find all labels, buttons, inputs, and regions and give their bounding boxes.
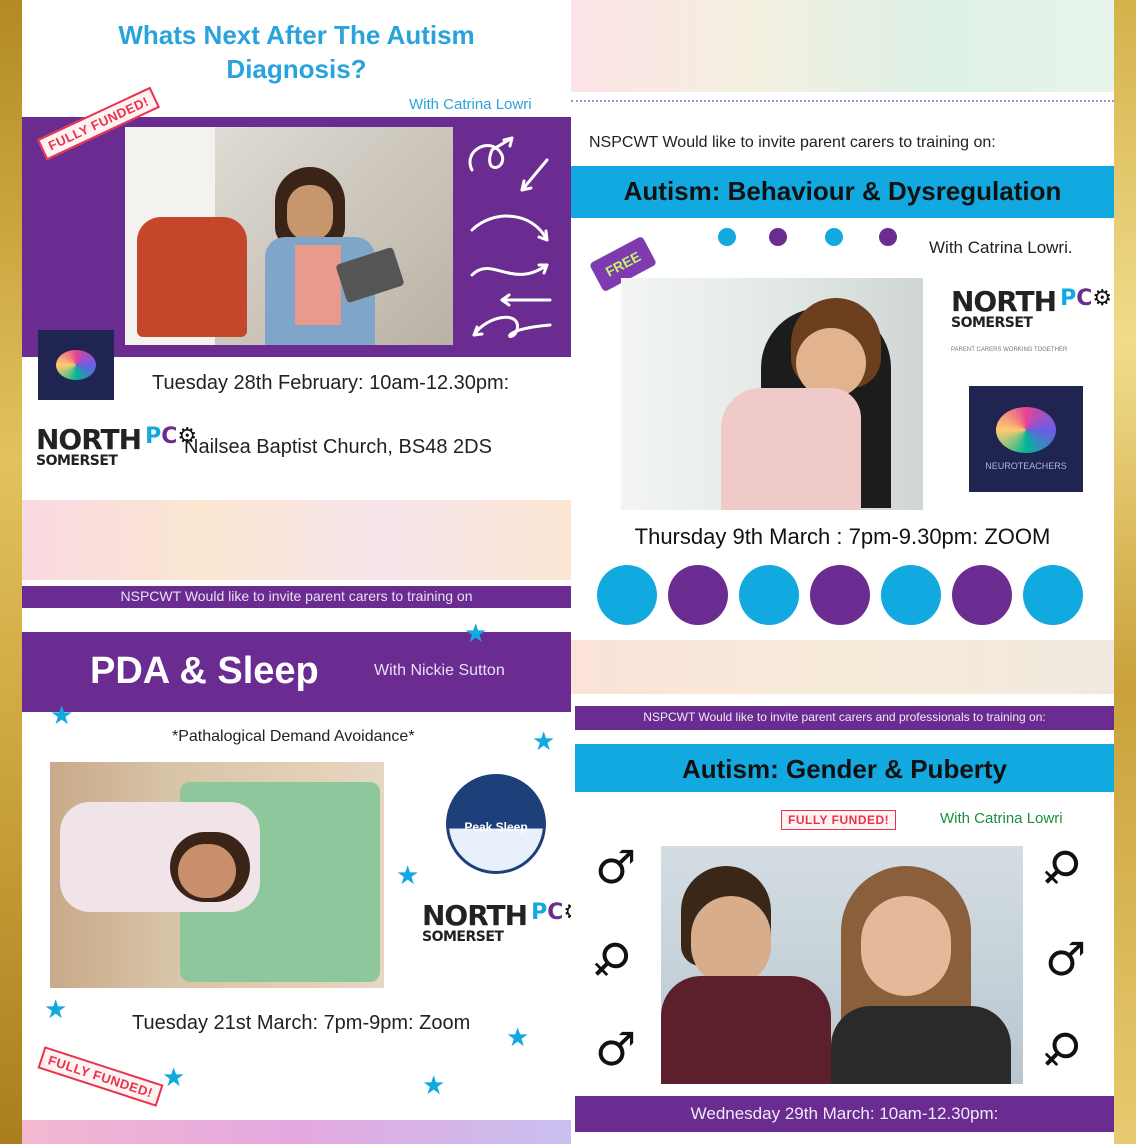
event-date: Tuesday 21st March: 7pm-9pm: Zoom — [132, 1012, 471, 1034]
north-somerset-logo: NORTH SOMERSET PC⚙ — [951, 285, 1113, 331]
watercolor-header — [571, 0, 1114, 92]
male-symbol-icon: ♂ — [595, 1022, 637, 1076]
decor-dot — [718, 228, 736, 246]
north-somerset-logo: NORTH SOMERSET PC⚙ — [36, 423, 198, 469]
star-icon: ★ — [396, 860, 420, 890]
female-symbol-icon: ♀ — [1030, 835, 1093, 899]
child-bed-photo — [50, 762, 384, 988]
subtitle: *Pathalogical Demand Avoidance* — [172, 728, 415, 745]
presenter-label: With Nickie Sutton — [374, 662, 505, 679]
event-date: Tuesday 28th February: 10am-12.30pm: — [152, 372, 510, 394]
invite-text: NSPCWT Would like to invite parent carer… — [643, 710, 1046, 724]
male-symbol-icon: ♂ — [595, 840, 637, 894]
female-symbol-icon: ♀ — [580, 927, 643, 991]
star-icon: ★ — [50, 700, 74, 730]
watercolor-strip — [22, 1120, 571, 1144]
decor-dot — [810, 565, 870, 625]
star-icon: ★ — [44, 994, 68, 1024]
decor-dot — [739, 565, 799, 625]
decor-dot — [1023, 565, 1083, 625]
presenter-label: With Catrina Lowri — [409, 96, 532, 113]
fully-funded-badge: FULLY FUNDED! — [781, 810, 897, 830]
decor-dot — [825, 228, 843, 246]
event-date: Thursday 9th March : 7pm-9.30pm: ZOOM — [634, 524, 1051, 549]
decor-dot — [597, 565, 657, 625]
star-icon: ★ — [532, 726, 556, 756]
decor-dot — [952, 565, 1012, 625]
star-icon: ★ — [422, 1070, 446, 1100]
event-date: Wednesday 29th March: 10am-12.30pm: — [690, 1104, 999, 1123]
north-somerset-logo: NORTH SOMERSET PC⚙ — [422, 899, 571, 945]
decor-dot — [769, 228, 787, 246]
teen-couple-photo — [661, 846, 1023, 1084]
presenter-label: With Catrina Lowri. — [929, 238, 1073, 257]
male-symbol-icon: ♂ — [1045, 932, 1087, 986]
watercolor-strip — [571, 640, 1114, 694]
fully-funded-badge: FULLY FUNDED! — [37, 1046, 164, 1107]
flyer-title: Whats Next After The Autism Diagnosis? — [118, 20, 475, 84]
event-venue: Nailsea Baptist Church, BS48 2DS — [184, 436, 492, 458]
female-symbol-icon: ♀ — [1030, 1017, 1093, 1081]
flyer-gender-puberty: NSPCWT Would like to invite parent carer… — [571, 694, 1114, 1144]
star-icon: ★ — [464, 618, 488, 648]
gold-border-left — [0, 0, 22, 1144]
star-icon: ★ — [506, 1022, 530, 1052]
girl-tablet-photo — [125, 127, 453, 345]
arrow-doodle-icon — [468, 136, 552, 338]
flyer-pda-sleep: NSPCWT Would like to invite parent carer… — [22, 580, 571, 1120]
flyer-title: Autism: Behaviour & Dysregulation — [623, 176, 1062, 206]
invite-text: NSPCWT Would like to invite parent carer… — [589, 134, 996, 151]
flyer-title: Autism: Gender & Puberty — [681, 754, 1008, 784]
logo-tagline: PARENT CARERS WORKING TOGETHER — [951, 347, 1068, 353]
neuroteachers-logo: NEUROTEACHERS — [969, 386, 1083, 492]
neuroteachers-logo — [38, 330, 114, 400]
invite-text: NSPCWT Would like to invite parent carer… — [120, 588, 473, 604]
boy-hugging-photo — [621, 278, 923, 510]
watercolor-strip — [22, 500, 571, 580]
flyer-behaviour-dysregulation: NSPCWT Would like to invite parent carer… — [571, 0, 1114, 640]
brain-icon — [996, 407, 1056, 453]
decor-dot — [881, 565, 941, 625]
star-icon: ★ — [162, 1062, 186, 1092]
flyer-autism-diagnosis: Whats Next After The Autism Diagnosis? W… — [22, 0, 571, 500]
peak-sleep-logo: Peak Sleep — [446, 774, 546, 874]
decor-dot — [879, 228, 897, 246]
presenter-label: With Catrina Lowri — [940, 810, 1063, 827]
brain-icon — [56, 350, 96, 380]
flyer-title: PDA & Sleep — [90, 650, 319, 692]
decor-dot — [668, 565, 728, 625]
